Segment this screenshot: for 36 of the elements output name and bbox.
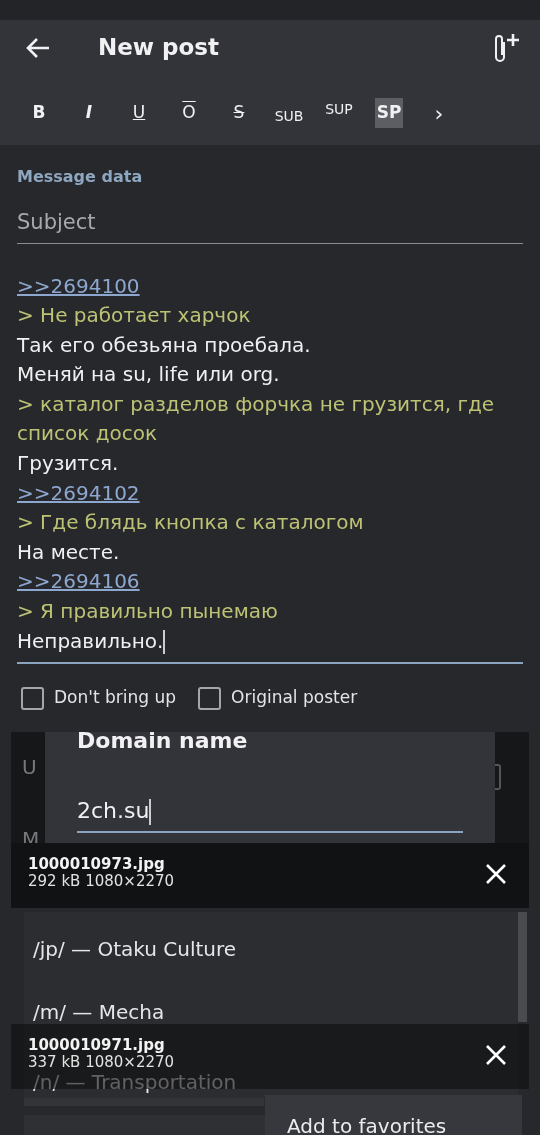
reply-link[interactable]: >>2694106: [17, 569, 140, 594]
board-item[interactable]: /jp/ — Otaku Culture: [33, 939, 237, 960]
domain-field[interactable]: 2ch.su: [77, 794, 463, 834]
file-info: 292 kB 1080×2270: [28, 874, 175, 890]
quote-text: > Не работает харчок: [17, 303, 251, 328]
reply-link[interactable]: >>2694100: [17, 273, 140, 298]
reply-link[interactable]: >>2694102: [17, 480, 140, 505]
message-text: Меняй на su, life или org.: [17, 362, 280, 387]
format-button[interactable]: U: [114, 93, 164, 133]
quote-text: > Я правильно пынемаю: [17, 599, 278, 624]
quote-text: > каталог разделов форчка не грузится, где список досок: [17, 391, 495, 446]
file-name: 1000010973.jpg: [28, 855, 166, 873]
section-label: Message data: [17, 166, 144, 188]
format-button[interactable]: B: [14, 93, 64, 133]
file-name: 1000010971.jpg: [28, 1036, 166, 1054]
quote-text: > Где блядь кнопка с каталогом: [17, 510, 364, 535]
file-info: 337 kB 1080×2270: [28, 1055, 175, 1071]
screen-title: New post: [98, 33, 220, 63]
format-button[interactable]: SP: [364, 93, 414, 133]
message-text: Так его обезьяна проебала.: [17, 332, 311, 357]
checkbox-label: Original poster: [231, 686, 358, 710]
board-item[interactable]: /m/ — Mecha: [33, 1002, 165, 1023]
more-button[interactable]: ›: [414, 93, 464, 133]
format-button[interactable]: SUP: [314, 93, 364, 133]
subject-field[interactable]: Subject: [17, 207, 523, 244]
menu-item[interactable]: Add to favorites: [287, 1111, 447, 1135]
dialog-title: Domain name: [77, 732, 248, 756]
format-button[interactable]: I: [64, 93, 114, 133]
format-button[interactable]: SUB: [264, 93, 314, 133]
message-text: На месте.: [17, 539, 120, 564]
text-fragment: U: [22, 754, 37, 782]
checkbox-label: Don't bring up: [54, 686, 177, 710]
format-button[interactable]: O: [164, 93, 214, 133]
message-text: Неправильно.: [17, 628, 164, 653]
message-text: Грузится.: [17, 451, 119, 476]
format-button[interactable]: S: [214, 93, 264, 133]
